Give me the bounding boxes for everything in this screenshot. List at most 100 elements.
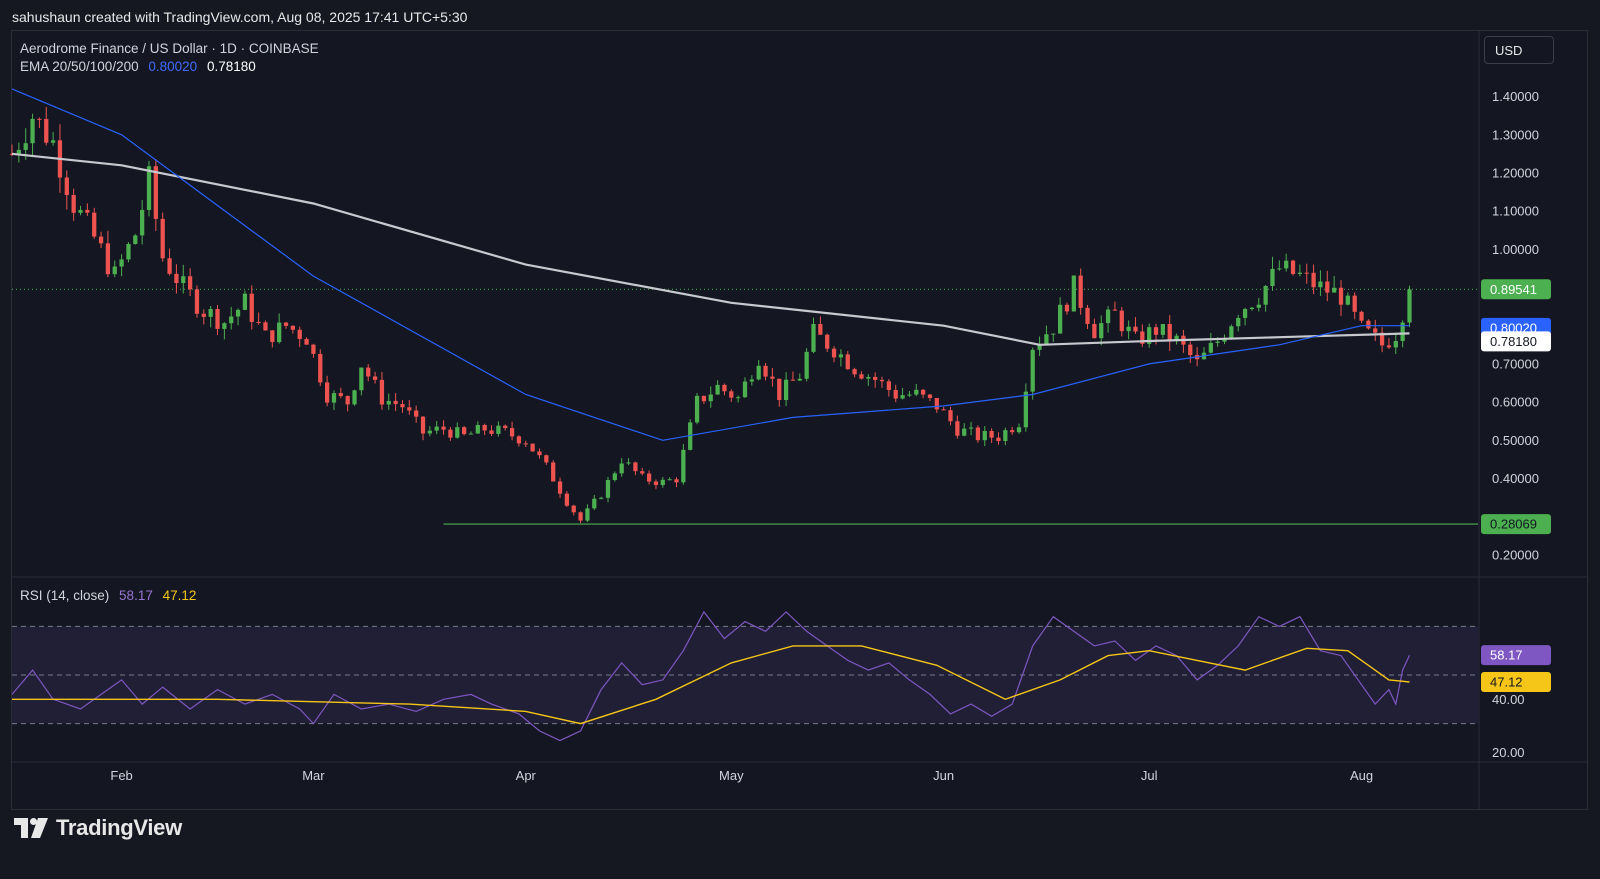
candle [318, 349, 323, 386]
candle-body [783, 379, 789, 400]
candle-body [1078, 275, 1083, 308]
candle-body [427, 430, 433, 434]
candle-body [1407, 289, 1412, 323]
candle-body [345, 396, 350, 405]
candle [475, 421, 480, 434]
candle-body [633, 462, 638, 472]
candle [338, 387, 343, 399]
candle-body [105, 243, 111, 275]
candle [1167, 315, 1172, 352]
candle [619, 458, 624, 477]
candle-body [352, 390, 357, 405]
candle-body [1003, 430, 1008, 441]
rsi-value: 58.17 [119, 588, 153, 603]
price-tick-label: 0.50000 [1492, 433, 1539, 448]
candle [708, 386, 713, 408]
candle [283, 322, 289, 329]
brand-name: TradingView [56, 815, 182, 840]
candle-body [564, 493, 570, 506]
currency-button[interactable]: USD [1484, 36, 1554, 64]
candle-body [592, 498, 597, 509]
candle-body [770, 376, 775, 379]
candle [1208, 332, 1213, 354]
candle-body [955, 421, 960, 436]
candle-body [1133, 326, 1138, 332]
candle-body [681, 449, 686, 483]
candle [249, 285, 254, 330]
chart-canvas[interactable]: Feb Mar Apr May Jun Jul Aug 1.40000 1.30000 1.20… [0, 0, 1600, 879]
candle-body [1051, 333, 1056, 335]
candle-body [496, 425, 501, 434]
candle [201, 309, 206, 325]
candle [1099, 315, 1104, 346]
candle [859, 371, 864, 380]
candle [968, 421, 974, 436]
candle [352, 389, 357, 406]
candle [1030, 347, 1035, 400]
candle-body [701, 395, 707, 402]
candle [1393, 332, 1398, 355]
candle [167, 248, 172, 276]
candle-body [44, 118, 49, 143]
candle-body [318, 353, 323, 383]
candle-body [119, 259, 124, 267]
tradingview-logo[interactable]: TradingView [14, 814, 182, 842]
candle-body [1277, 268, 1282, 270]
symbol-title: Aerodrome Finance / US Dollar · 1D · COI… [20, 41, 319, 56]
candle-body [386, 400, 391, 405]
candle [1366, 319, 1371, 330]
candle-body [181, 276, 186, 284]
candle-body [475, 424, 480, 434]
candle-body [763, 365, 768, 377]
candle [455, 422, 460, 439]
candle-body [277, 322, 282, 343]
candle [1386, 338, 1392, 349]
candle [763, 363, 768, 381]
candle [1126, 320, 1131, 340]
candle-body [50, 140, 56, 143]
candle [1318, 270, 1323, 296]
candle-body [544, 455, 549, 463]
price-axis: 1.40000 1.30000 1.20000 1.10000 1.00000 0.700… [1478, 31, 1539, 809]
candle [64, 170, 69, 210]
candle [44, 106, 49, 146]
ema-white-value: 0.78180 [206, 59, 256, 74]
candle [37, 117, 42, 128]
candle-body [379, 379, 385, 405]
candle-body [1311, 272, 1316, 288]
candle-body [71, 195, 76, 213]
rsi-ma-tag: 47.12 [1481, 671, 1551, 692]
candle [1304, 263, 1309, 284]
candle [509, 421, 515, 441]
candle [1057, 297, 1063, 334]
time-tick-label: Jul [1141, 768, 1158, 783]
candle-body [1373, 328, 1378, 333]
candle [1290, 259, 1296, 276]
price-tick-label: 1.10000 [1492, 204, 1539, 219]
candle-body [174, 273, 179, 284]
candle [831, 346, 837, 363]
candle [379, 371, 385, 410]
candle [1092, 318, 1097, 339]
candle-body [1284, 260, 1289, 269]
price-tick-label: 1.20000 [1492, 165, 1539, 180]
candle-body [975, 427, 981, 441]
candle [1003, 427, 1008, 446]
price-tick-label: 0.40000 [1492, 471, 1539, 486]
candle [1064, 302, 1070, 315]
candle [1345, 292, 1350, 306]
candle-body [1366, 320, 1371, 329]
time-axis: Feb Mar Apr May Jun Jul Aug [110, 768, 1373, 783]
candle-body [462, 427, 467, 435]
candle [736, 395, 741, 403]
candle-body [297, 329, 302, 339]
candle [71, 188, 76, 221]
candle-body [1044, 334, 1049, 344]
candle [448, 427, 453, 441]
price-tick-label: 0.70000 [1492, 356, 1539, 371]
candle [1256, 297, 1261, 312]
candle [290, 325, 295, 334]
candle [50, 131, 56, 146]
candle-body [838, 354, 844, 358]
candle-body [742, 381, 748, 398]
